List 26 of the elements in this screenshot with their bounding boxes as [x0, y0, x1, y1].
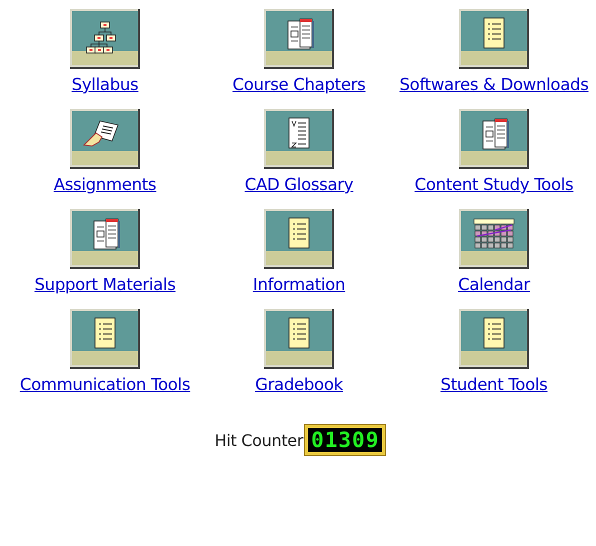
notepad-icon[interactable]: [459, 9, 529, 69]
page-link[interactable]: Softwares & Downloads: [399, 75, 588, 94]
page-link[interactable]: Calendar: [458, 275, 530, 294]
page-link[interactable]: CAD Glossary: [244, 175, 354, 194]
page-link[interactable]: Support Materials: [34, 275, 176, 294]
page-link[interactable]: Information: [252, 275, 346, 294]
counter-label: Hit Counter: [214, 430, 304, 450]
page-link[interactable]: Gradebook: [255, 375, 343, 394]
page-link[interactable]: Course Chapters: [232, 75, 366, 94]
hierarchy-icon[interactable]: [70, 9, 140, 69]
notepad-icon[interactable]: [70, 309, 140, 369]
notepad-icon[interactable]: [264, 209, 334, 269]
book-icon[interactable]: [264, 9, 334, 69]
glossary-icon[interactable]: [264, 109, 334, 169]
book-icon[interactable]: [70, 209, 140, 269]
hand-icon[interactable]: [70, 109, 140, 169]
notepad-icon[interactable]: [459, 309, 529, 369]
page-link[interactable]: Student Tools: [440, 375, 548, 394]
page-link[interactable]: Syllabus: [72, 75, 138, 94]
calendar-icon[interactable]: [459, 209, 529, 269]
page-link[interactable]: Communication Tools: [20, 375, 190, 394]
notepad-icon[interactable]: [264, 309, 334, 369]
page-link[interactable]: Content Study Tools: [414, 175, 574, 194]
page-link[interactable]: Assignments: [54, 175, 156, 194]
book-icon[interactable]: [459, 109, 529, 169]
hit-counter: 01309: [305, 425, 386, 455]
